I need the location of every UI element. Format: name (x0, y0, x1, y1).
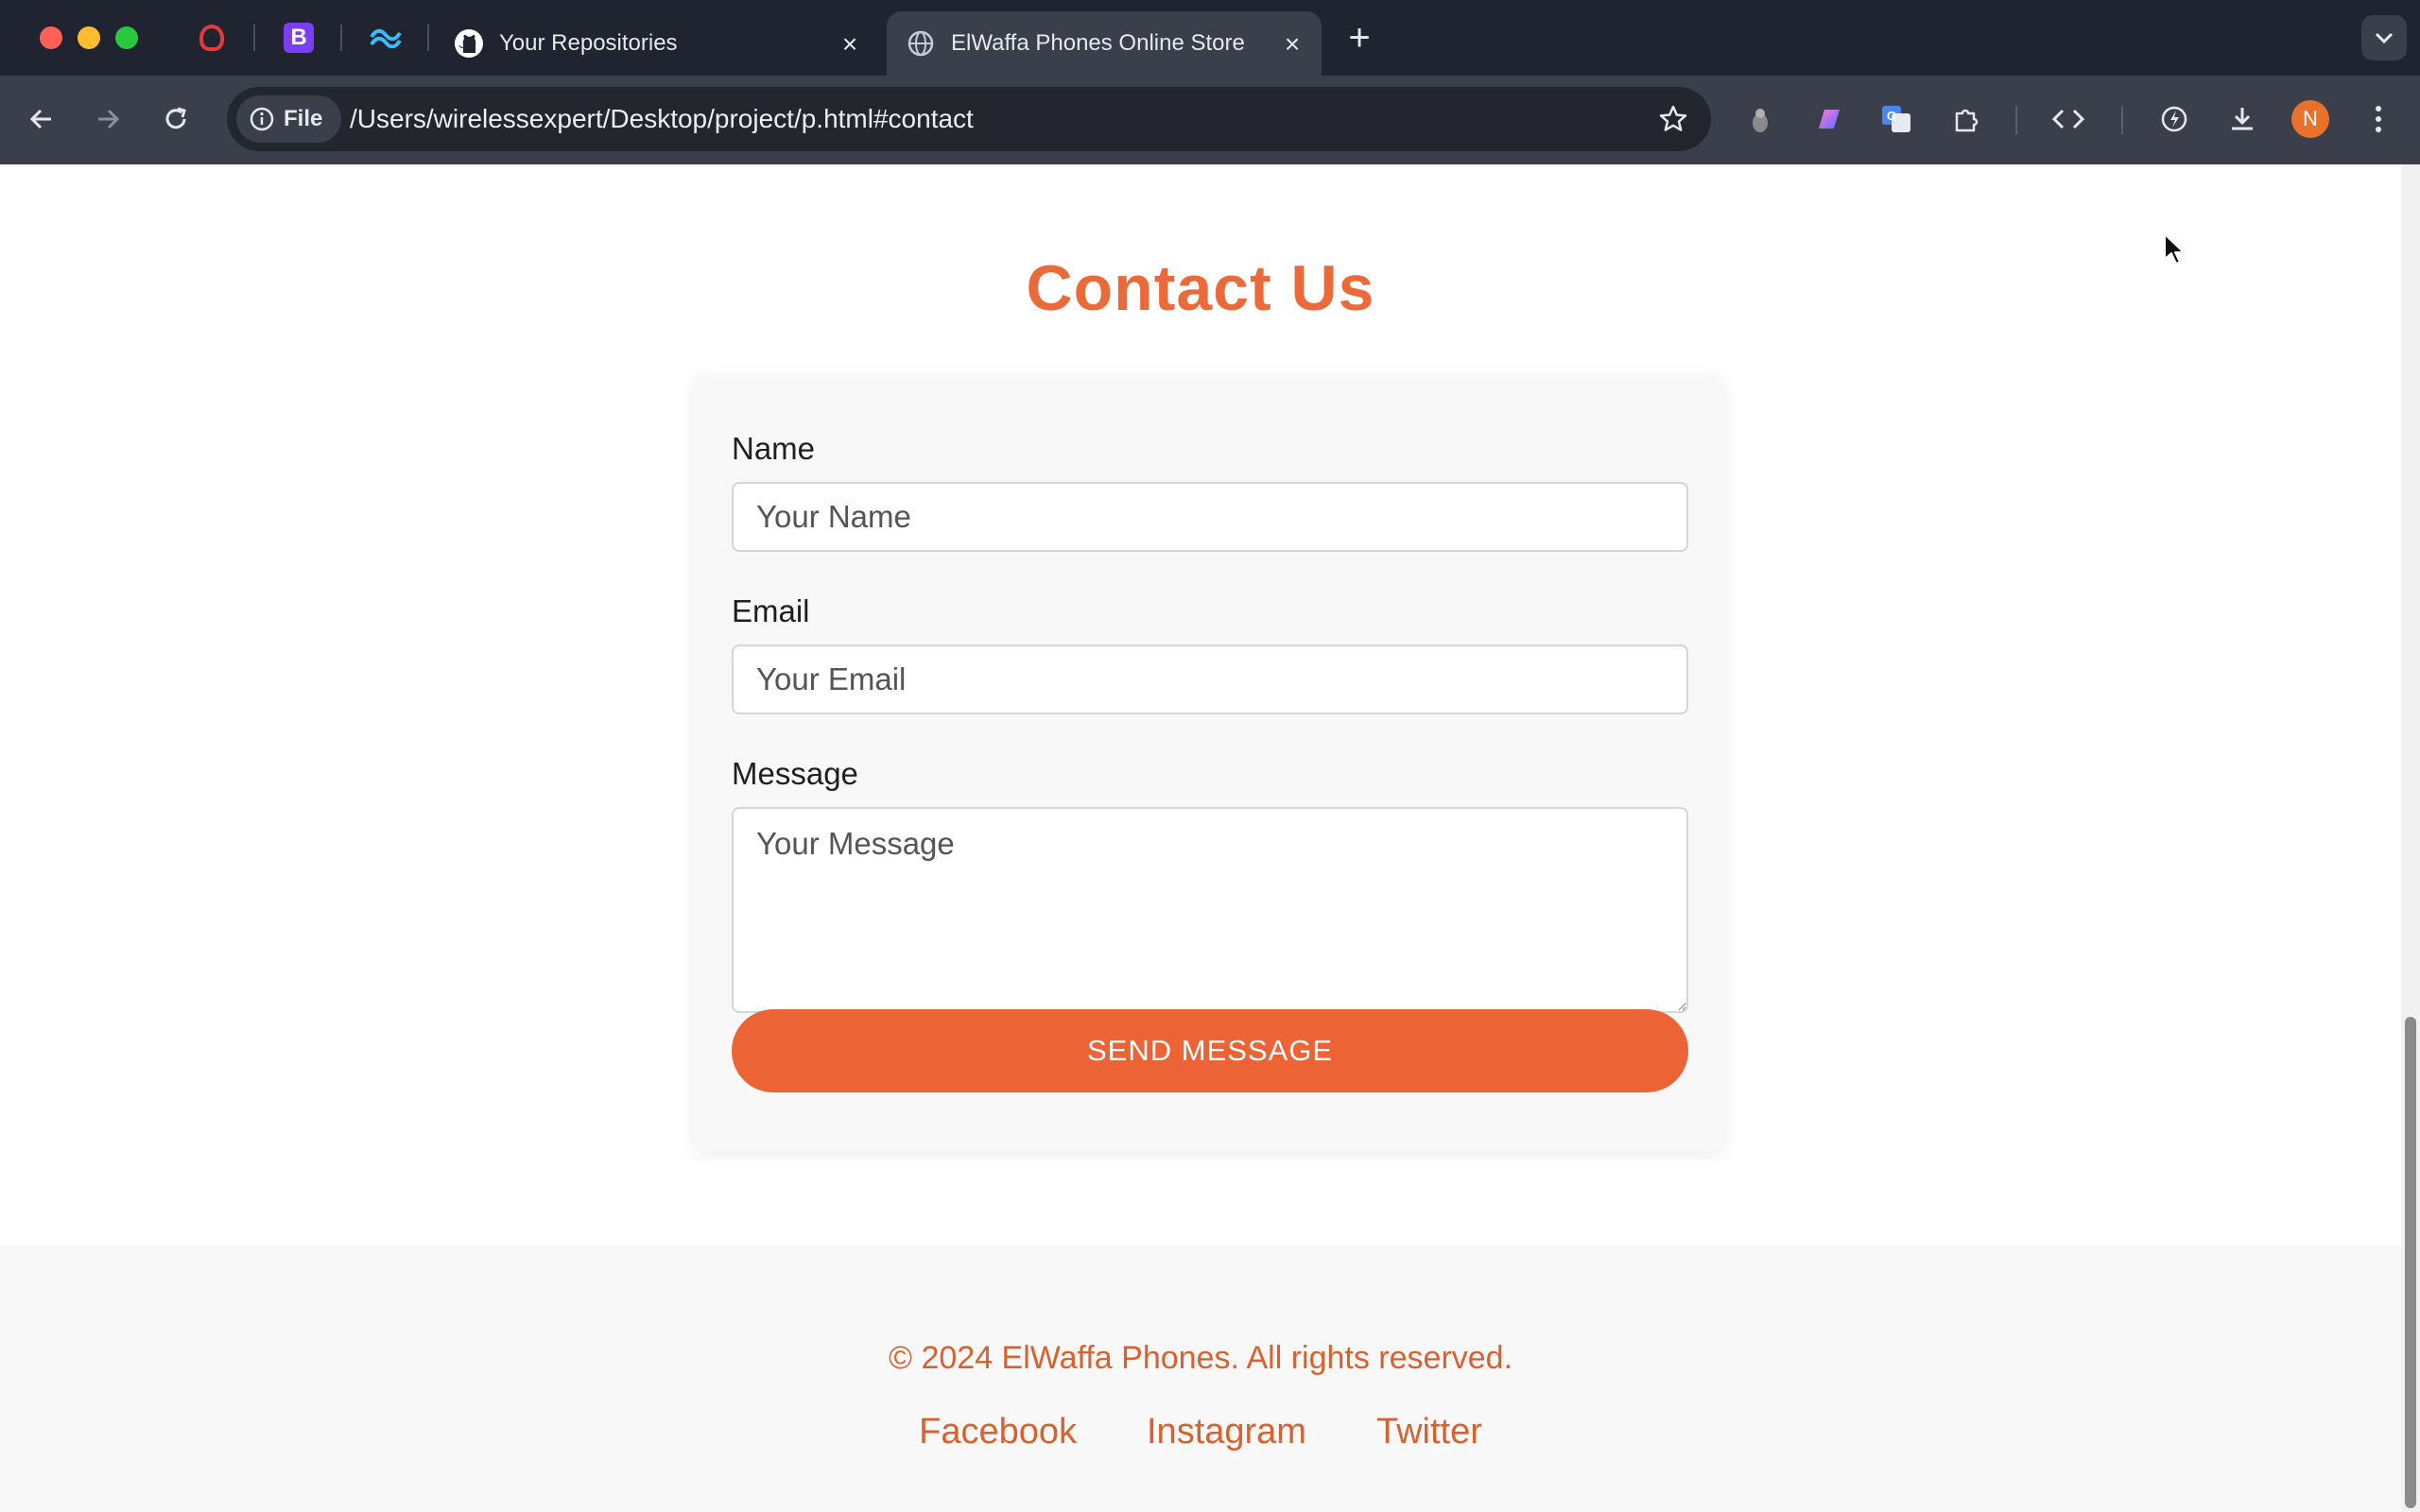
extension-gray-icon[interactable] (1741, 100, 1779, 138)
vertical-scrollbar[interactable] (2401, 164, 2420, 1512)
bootstrap-icon: B (284, 23, 314, 53)
profile-avatar[interactable]: N (2291, 100, 2329, 138)
github-icon (454, 28, 484, 59)
name-input[interactable] (732, 482, 1688, 552)
window-close-button[interactable] (40, 26, 62, 49)
info-icon (250, 107, 274, 131)
tab-separator (253, 25, 255, 51)
tab-search-chevron-down-icon[interactable] (2361, 15, 2407, 60)
page-viewport: Contact Us Name Email Message SEND MESSA… (0, 164, 2401, 1512)
site-footer: © 2024 ElWaffa Phones. All rights reserv… (0, 1246, 2401, 1512)
devtools-code-icon[interactable] (2049, 100, 2087, 138)
scheme-label: File (284, 106, 323, 131)
message-label: Message (732, 756, 858, 791)
email-label: Email (732, 593, 810, 628)
tab-separator (427, 25, 429, 51)
contact-heading: Contact Us (1026, 252, 1375, 324)
url-text[interactable]: /Users/wirelessexpert/Desktop/project/p.… (350, 104, 974, 134)
bookmark-star-icon[interactable] (1656, 102, 1690, 136)
window-zoom-button[interactable] (115, 26, 138, 49)
reload-icon[interactable] (155, 98, 197, 140)
more-menu-kebab-icon[interactable] (2360, 100, 2397, 138)
tab-title: ElWaffa Phones Online Store (951, 30, 1245, 56)
tab-separator (340, 25, 342, 51)
pinned-tab-red[interactable] (193, 19, 231, 57)
extensions-puzzle-icon[interactable] (1947, 100, 1985, 138)
pinned-tab-tailwind[interactable] (367, 19, 405, 57)
globe-icon (906, 28, 936, 59)
forward-arrow-icon[interactable] (87, 98, 129, 140)
toolbar-separator (2121, 106, 2123, 134)
copyright-text: © 2024 ElWaffa Phones. All rights reserv… (888, 1340, 1513, 1376)
pinned-tab-bootstrap[interactable]: B (280, 19, 318, 57)
close-icon[interactable]: × (1280, 31, 1305, 58)
red-o-icon (199, 25, 224, 51)
performance-icon[interactable] (2155, 100, 2193, 138)
back-arrow-icon[interactable] (21, 98, 62, 140)
extension-gradient-icon[interactable] (1809, 100, 1847, 138)
svg-text:G: G (1887, 109, 1896, 123)
name-label: Name (732, 431, 816, 466)
twitter-link[interactable]: Twitter (1376, 1412, 1482, 1452)
google-translate-icon[interactable]: G (1877, 100, 1915, 138)
tab-elwaffa-store[interactable]: ElWaffa Phones Online Store × (887, 11, 1322, 76)
message-textarea[interactable] (732, 807, 1688, 1013)
send-message-button[interactable]: SEND MESSAGE (732, 1009, 1688, 1092)
tab-title: Your Repositories (499, 30, 678, 56)
download-icon[interactable] (2223, 100, 2261, 138)
site-info-chip[interactable]: File (236, 95, 342, 143)
social-links: Facebook Instagram Twitter (0, 1412, 2401, 1452)
toolbar-separator (2015, 106, 2017, 134)
instagram-link[interactable]: Instagram (1147, 1412, 1306, 1452)
browser-tab-strip: B Your Repositories × ElWaffa Phones Onl… (0, 0, 2420, 76)
email-input[interactable] (732, 644, 1688, 714)
tailwind-icon (370, 28, 402, 48)
window-minimize-button[interactable] (78, 26, 100, 49)
facebook-link[interactable]: Facebook (919, 1412, 1077, 1452)
scrollbar-thumb[interactable] (2405, 1017, 2416, 1508)
contact-form: Name Email Message SEND MESSAGE (694, 374, 1724, 1151)
close-icon[interactable]: × (838, 31, 862, 58)
tab-your-repositories[interactable]: Your Repositories × (435, 11, 879, 76)
mouse-pointer-icon (2164, 233, 2185, 265)
address-bar[interactable]: File /Users/wirelessexpert/Desktop/proje… (227, 87, 1711, 151)
new-tab-plus-icon[interactable]: + (1342, 19, 1376, 57)
